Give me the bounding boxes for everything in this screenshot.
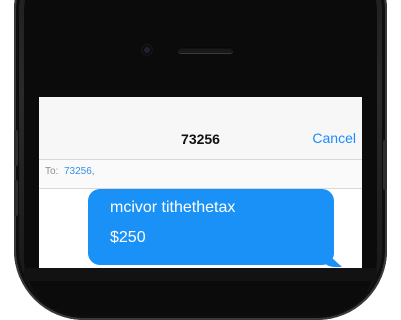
message-line-1: mcivor tithethetax [110,199,236,216]
earpiece-speaker [178,47,233,53]
recipient-field[interactable]: To: 73256, [39,159,362,189]
phone-bottom-bezel [24,268,377,281]
phone-screen: 73256 Cancel To: 73256, mcivor tithethet… [39,97,362,281]
message-bubble[interactable]: mcivor tithethetax $250 [88,189,334,265]
power-button [383,140,387,190]
message-line-2: $250 [110,229,146,246]
navigation-bar: 73256 Cancel [39,97,362,159]
to-label: To: [45,166,59,177]
cancel-button[interactable]: Cancel [312,130,356,146]
volume-button-lower [14,180,18,216]
front-camera-icon [142,45,152,55]
recipient-token[interactable]: 73256, [64,166,95,177]
volume-button [14,130,18,166]
